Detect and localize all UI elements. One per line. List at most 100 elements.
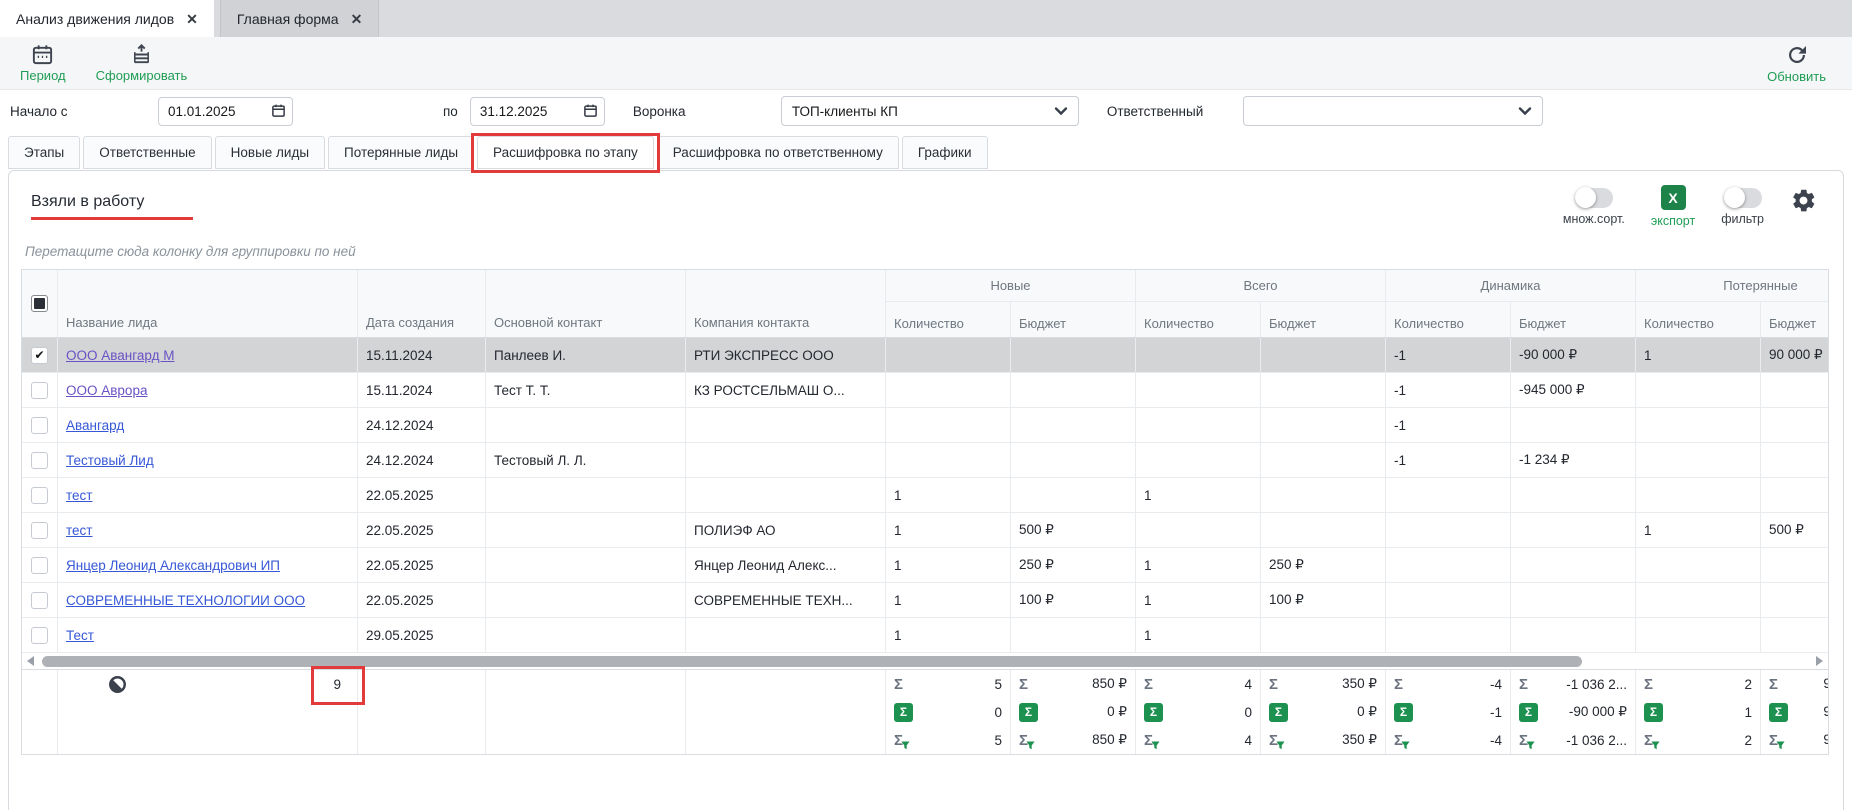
excel-icon[interactable]: X xyxy=(1661,185,1686,210)
column-header-date[interactable]: Дата создания xyxy=(358,270,486,337)
lead-link[interactable]: ООО Аврора xyxy=(66,383,147,398)
table-row[interactable]: СОВРЕМЕННЫЕ ТЕХНОЛОГИИ ООО22.05.2025СОВР… xyxy=(22,583,1829,618)
window-tab-lead-analysis[interactable]: Анализ движения лидов ✕ xyxy=(0,0,214,37)
group-header-lost[interactable]: Потерянные xyxy=(1636,270,1829,301)
tab-stages[interactable]: Этапы xyxy=(8,136,80,169)
sigma-filter-icon: Σ xyxy=(1019,733,1028,748)
row-checkbox-cell[interactable] xyxy=(22,513,58,547)
responsible-select[interactable] xyxy=(1243,96,1543,126)
lead-link[interactable]: тест xyxy=(66,488,92,503)
multisort-toggle[interactable] xyxy=(1575,188,1613,208)
lead-link[interactable]: Янцер Леонид Александрович ИП xyxy=(66,558,280,573)
footer-sum-cell: Σ-1 036 2...Σ-90 000 ₽Σ-1 036 2... xyxy=(1511,670,1636,754)
row-checkbox-cell[interactable] xyxy=(22,548,58,582)
table-row[interactable]: тест22.05.2025ПОЛИЭФ АО1500 ₽1500 ₽ xyxy=(22,513,1829,548)
main-contact-cell xyxy=(486,478,686,512)
period-button[interactable]: Период xyxy=(20,43,66,83)
scroll-left-arrow-icon[interactable] xyxy=(27,656,34,666)
column-header-contact[interactable]: Основной контакт xyxy=(486,270,686,337)
row-checkbox-cell[interactable] xyxy=(22,478,58,512)
subcol-dyn-budget[interactable]: Бюджет xyxy=(1511,302,1636,337)
tab-breakdown-by-stage[interactable]: Расшифровка по этапу xyxy=(477,136,654,169)
lead-link[interactable]: тест xyxy=(66,523,92,538)
filter-toggle-control[interactable]: фильтр xyxy=(1721,185,1764,226)
row-checkbox[interactable] xyxy=(31,452,48,469)
funnel-select[interactable]: ТОП-клиенты КП xyxy=(781,96,1079,126)
creation-date-cell: 15.11.2024 xyxy=(358,373,486,407)
sum-value: 350 ₽ xyxy=(1342,676,1377,692)
lead-link[interactable]: СОВРЕМЕННЫЕ ТЕХНОЛОГИИ ООО xyxy=(66,593,305,608)
row-checkbox-cell[interactable] xyxy=(22,408,58,442)
table-row[interactable]: Тестовый Лид24.12.2024Тестовый Л. Л.-1-1… xyxy=(22,443,1829,478)
tab-new-leads[interactable]: Новые лиды xyxy=(215,136,325,169)
settings-button[interactable] xyxy=(1790,187,1817,219)
close-icon[interactable]: ✕ xyxy=(186,12,198,26)
row-checkbox-cell[interactable] xyxy=(22,618,58,652)
lead-link[interactable]: ООО Авангард М xyxy=(66,348,174,363)
row-checkbox[interactable] xyxy=(31,557,48,574)
leads-table: Название лида Дата создания Основной кон… xyxy=(21,269,1829,755)
row-checkbox-cell[interactable] xyxy=(22,443,58,477)
close-icon[interactable]: ✕ xyxy=(351,12,363,26)
cell-total-budget xyxy=(1261,443,1386,477)
window-tab-main-form[interactable]: Главная форма ✕ xyxy=(220,0,379,37)
filter-toggle[interactable] xyxy=(1724,188,1762,208)
tab-charts[interactable]: Графики xyxy=(902,136,988,169)
sum-value: 850 ₽ xyxy=(1092,676,1127,692)
subcol-new-budget[interactable]: Бюджет xyxy=(1011,302,1136,337)
table-row[interactable]: Тест29.05.202511 xyxy=(22,618,1829,653)
refresh-button[interactable]: Обновить xyxy=(1767,43,1826,84)
subcol-lost-budget[interactable]: Бюджет xyxy=(1761,302,1829,337)
footer-lead-cell: 9 xyxy=(58,670,358,754)
column-header-company[interactable]: Компания контакта xyxy=(686,270,886,337)
subcol-total-budget[interactable]: Бюджет xyxy=(1261,302,1386,337)
table-row[interactable]: тест22.05.202511 xyxy=(22,478,1829,513)
row-checkbox[interactable] xyxy=(31,382,48,399)
tab-breakdown-by-responsible[interactable]: Расшифровка по ответственному xyxy=(657,136,899,169)
subcol-new-qty[interactable]: Количество xyxy=(886,302,1011,337)
lead-link[interactable]: Авангард xyxy=(66,418,124,433)
select-all-cell[interactable] xyxy=(22,270,58,337)
table-row[interactable]: ✔ООО Авангард М15.11.2024Панлеев И.РТИ Э… xyxy=(22,338,1829,373)
cell-dyn-budget xyxy=(1511,583,1636,617)
lead-link[interactable]: Тестовый Лид xyxy=(66,453,154,468)
generate-button[interactable]: Сформировать xyxy=(96,43,188,83)
footer-check-cell xyxy=(22,670,58,754)
row-checkbox[interactable]: ✔ xyxy=(31,347,48,364)
scroll-right-arrow-icon[interactable] xyxy=(1816,656,1823,666)
cell-lost-budget xyxy=(1761,583,1829,617)
cell-new-qty: 1 xyxy=(886,548,1011,582)
funnel-select-value: ТОП-клиенты КП xyxy=(792,104,1054,119)
group-header-total[interactable]: Всего xyxy=(1136,270,1386,301)
subcol-dyn-qty[interactable]: Количество xyxy=(1386,302,1511,337)
row-checkbox[interactable] xyxy=(31,592,48,609)
column-header-lead[interactable]: Название лида xyxy=(58,270,358,337)
horizontal-scrollbar[interactable] xyxy=(22,653,1828,670)
tab-responsibles[interactable]: Ответственные xyxy=(83,136,211,169)
row-checkbox[interactable] xyxy=(31,487,48,504)
row-checkbox[interactable] xyxy=(31,627,48,644)
table-row[interactable]: ООО Аврора15.11.2024Тест Т. Т.КЗ РОСТСЕЛ… xyxy=(22,373,1829,408)
select-all-checkbox[interactable] xyxy=(31,295,48,312)
scrollbar-thumb[interactable] xyxy=(42,656,1582,667)
subcol-total-qty[interactable]: Количество xyxy=(1136,302,1261,337)
calendar-icon[interactable] xyxy=(583,103,598,121)
sigma-icon: Σ xyxy=(1519,677,1528,692)
table-row[interactable]: Авангард24.12.2024-1 xyxy=(22,408,1829,443)
export-control[interactable]: X экспорт xyxy=(1651,185,1695,228)
row-checkbox[interactable] xyxy=(31,417,48,434)
tab-lost-leads[interactable]: Потерянные лиды xyxy=(328,136,474,169)
row-checkbox[interactable] xyxy=(31,522,48,539)
calendar-icon[interactable] xyxy=(271,103,286,121)
group-header-new[interactable]: Новые xyxy=(886,270,1136,301)
row-checkbox-cell[interactable] xyxy=(22,373,58,407)
multisort-toggle-control[interactable]: множ.сорт. xyxy=(1563,185,1625,226)
group-header-dynamics[interactable]: Динамика xyxy=(1386,270,1636,301)
row-checkbox-cell[interactable] xyxy=(22,583,58,617)
table-row[interactable]: Янцер Леонид Александрович ИП22.05.2025Я… xyxy=(22,548,1829,583)
to-date-label: по xyxy=(443,104,458,119)
row-checkbox-cell[interactable]: ✔ xyxy=(22,338,58,372)
cell-dyn-budget: -90 000 ₽ xyxy=(1511,338,1636,372)
subcol-lost-qty[interactable]: Количество xyxy=(1636,302,1761,337)
lead-link[interactable]: Тест xyxy=(66,628,94,643)
